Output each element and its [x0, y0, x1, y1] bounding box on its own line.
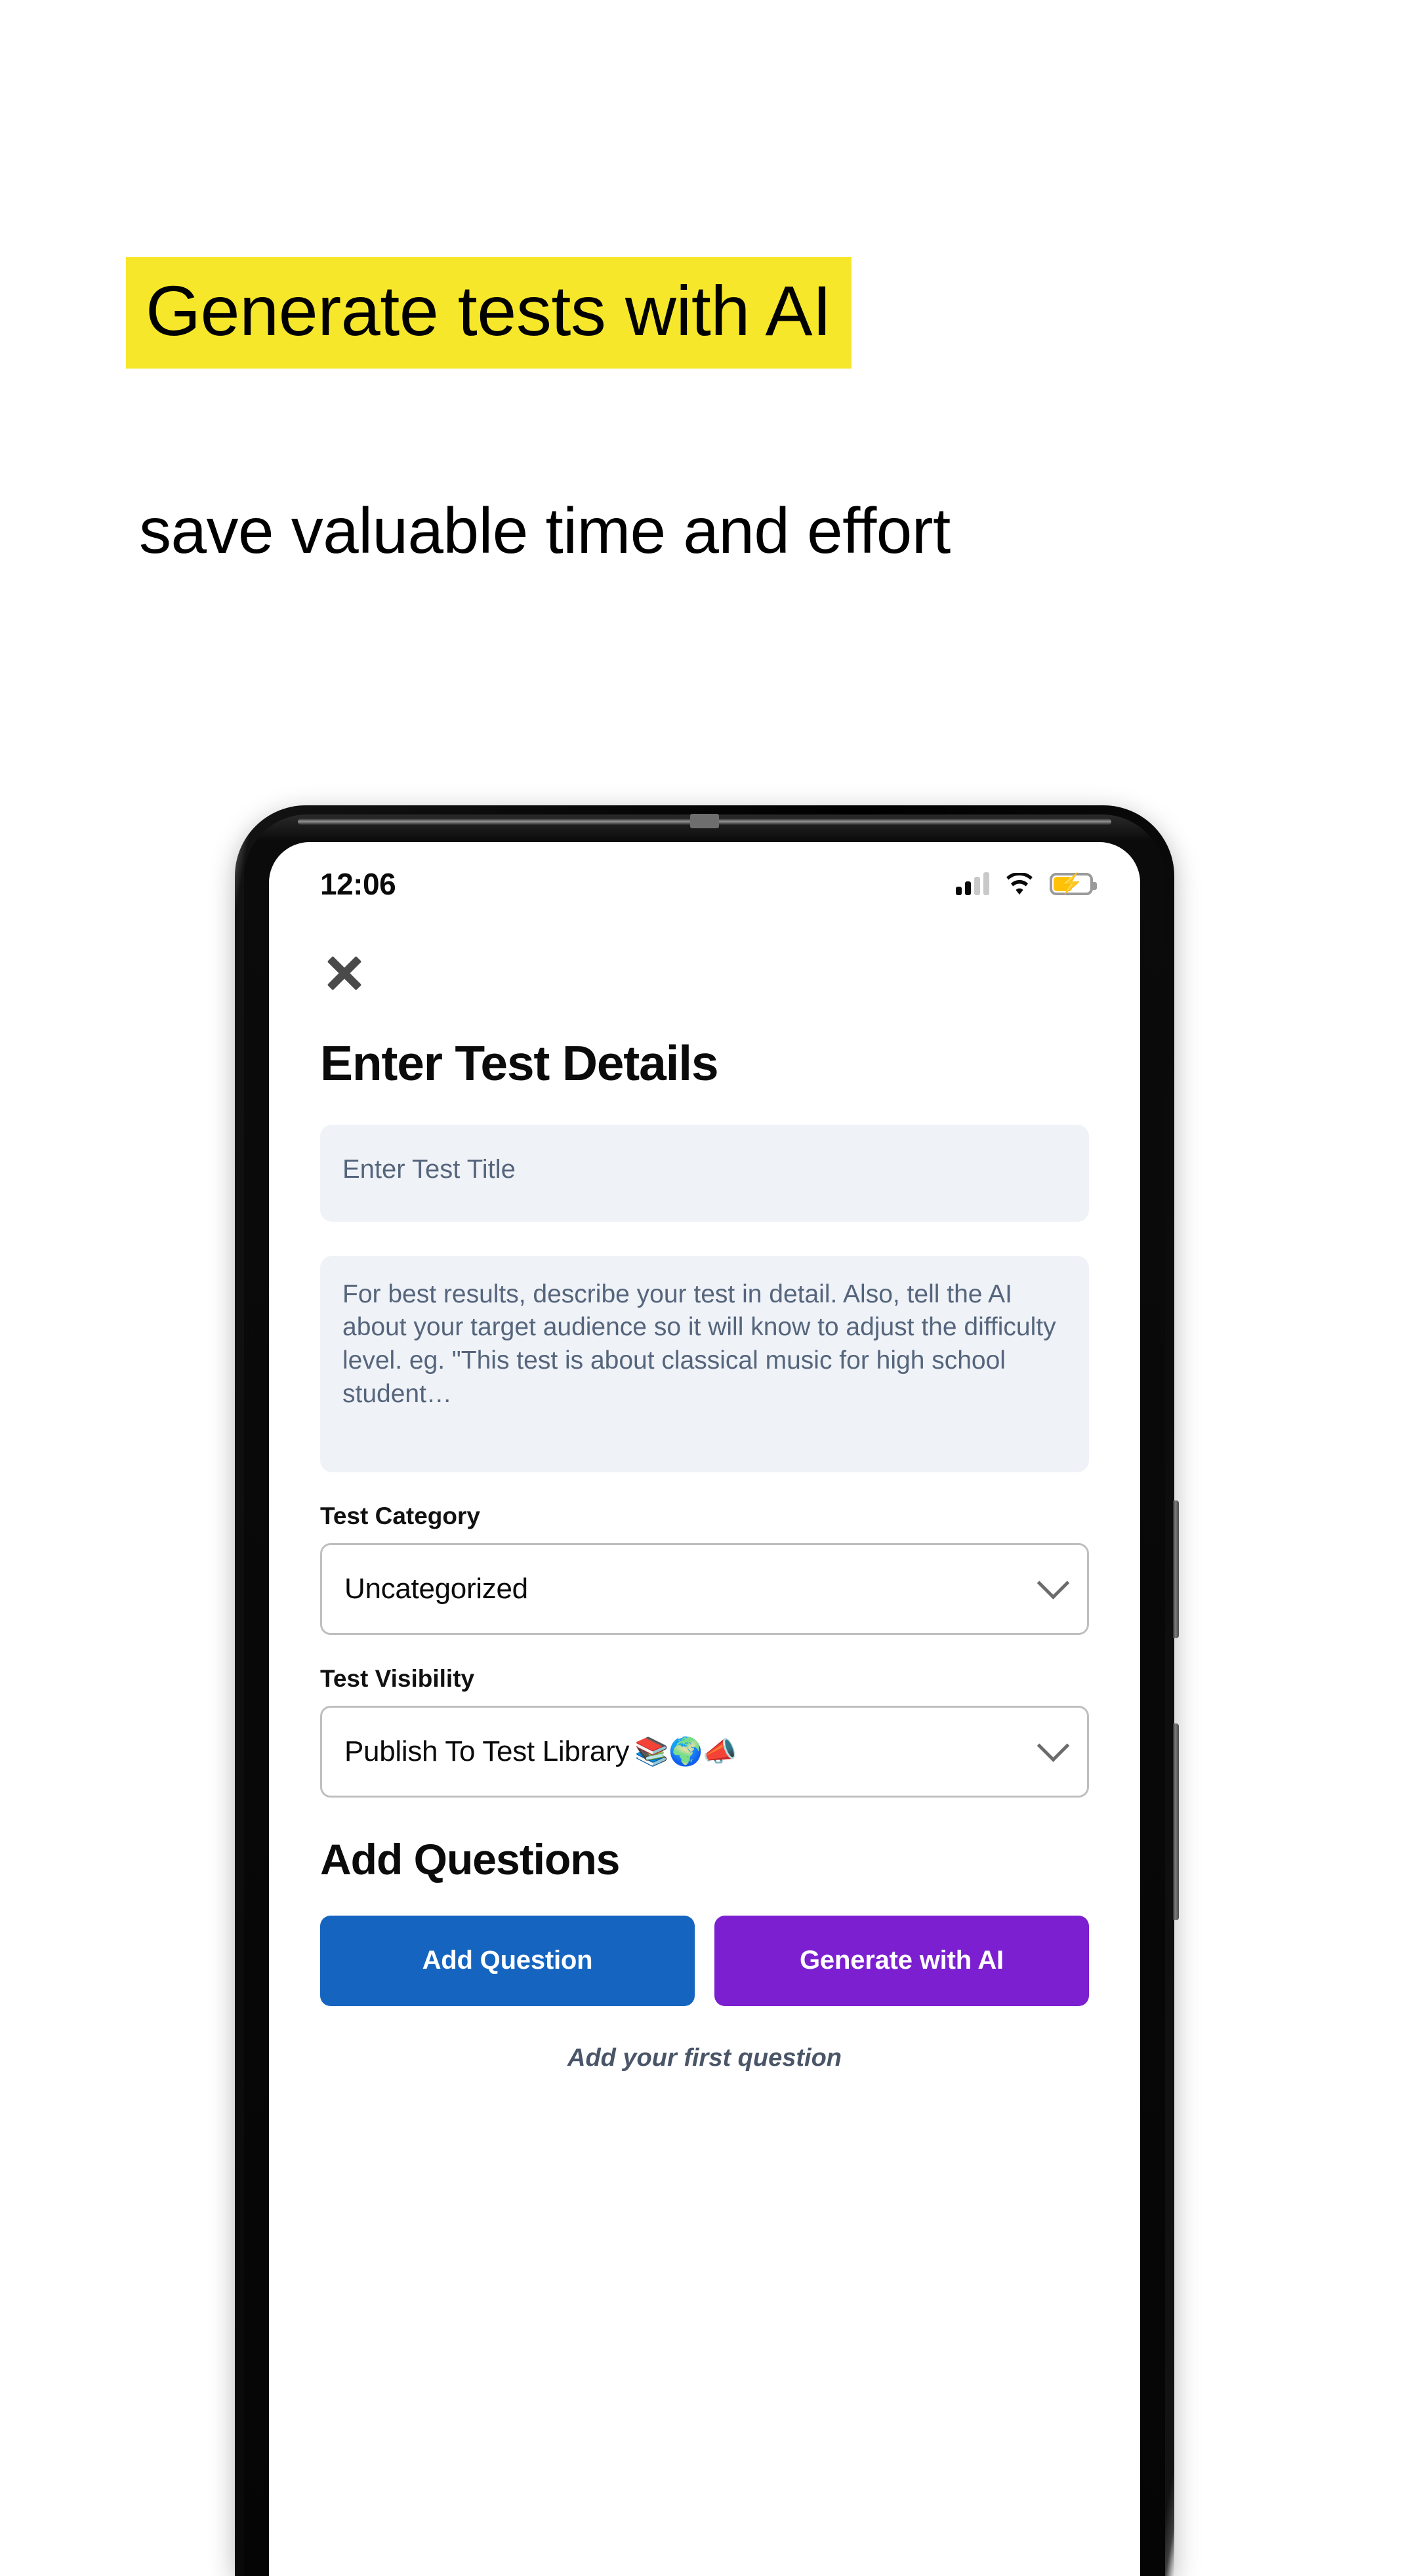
- charging-bolt-icon: ⚡: [1059, 873, 1084, 895]
- phone-screen: 12:06 ⚡ Enter Test Details Enter Test Ti…: [269, 842, 1140, 2576]
- promo-headline: Generate tests with AI: [126, 257, 852, 369]
- question-action-buttons: Add Question Generate with AI: [320, 1915, 1089, 2006]
- test-visibility-text: Publish To Test Library: [344, 1735, 630, 1767]
- test-category-select[interactable]: Uncategorized: [320, 1542, 1089, 1635]
- power-button[interactable]: [1173, 1723, 1179, 1920]
- test-category-value: Uncategorized: [344, 1572, 528, 1605]
- test-title-placeholder: Enter Test Title: [342, 1154, 516, 1184]
- phone-earpiece-speaker: [690, 814, 719, 828]
- test-visibility-select[interactable]: Publish To Test Library 📚🌍📣: [320, 1705, 1089, 1798]
- volume-button[interactable]: [1173, 1500, 1179, 1638]
- chevron-down-icon: [1037, 1567, 1070, 1600]
- empty-questions-hint: Add your first question: [567, 2043, 842, 2072]
- test-description-placeholder: For best results, describe your test in …: [342, 1279, 1056, 1408]
- page-title: Enter Test Details: [320, 1036, 719, 1091]
- battery-charging-icon: ⚡: [1050, 873, 1097, 895]
- wifi-icon: [1006, 873, 1033, 895]
- signal-bars-icon: [956, 872, 989, 895]
- headline-container: Generate tests with AI: [126, 257, 852, 369]
- status-clock: 12:06: [320, 867, 396, 901]
- test-category-label: Test Category: [320, 1502, 480, 1529]
- test-visibility-value: Publish To Test Library 📚🌍📣: [344, 1735, 737, 1768]
- phone-mockup: 12:06 ⚡ Enter Test Details Enter Test Ti…: [235, 805, 1179, 2576]
- test-visibility-label: Test Visibility: [320, 1664, 475, 1692]
- test-category-group: Test Category Uncategorized: [320, 1502, 1089, 1635]
- test-visibility-emojis: 📚🌍📣: [634, 1735, 737, 1767]
- test-description-input[interactable]: For best results, describe your test in …: [320, 1255, 1089, 1472]
- test-title-input[interactable]: Enter Test Title: [320, 1124, 1089, 1222]
- close-icon[interactable]: [320, 948, 369, 997]
- chevron-down-icon: [1037, 1729, 1070, 1763]
- app-content: Enter Test Details Enter Test Title For …: [269, 926, 1140, 2072]
- generate-with-ai-button[interactable]: Generate with AI: [714, 1915, 1089, 2006]
- status-icon-group: ⚡: [956, 872, 1097, 895]
- promo-subheadline: save valuable time and effort: [139, 494, 951, 567]
- test-visibility-group: Test Visibility Publish To Test Library 📚…: [320, 1665, 1089, 1798]
- add-question-button[interactable]: Add Question: [320, 1915, 695, 2006]
- add-questions-title: Add Questions: [320, 1834, 620, 1883]
- status-bar: 12:06 ⚡: [269, 842, 1140, 926]
